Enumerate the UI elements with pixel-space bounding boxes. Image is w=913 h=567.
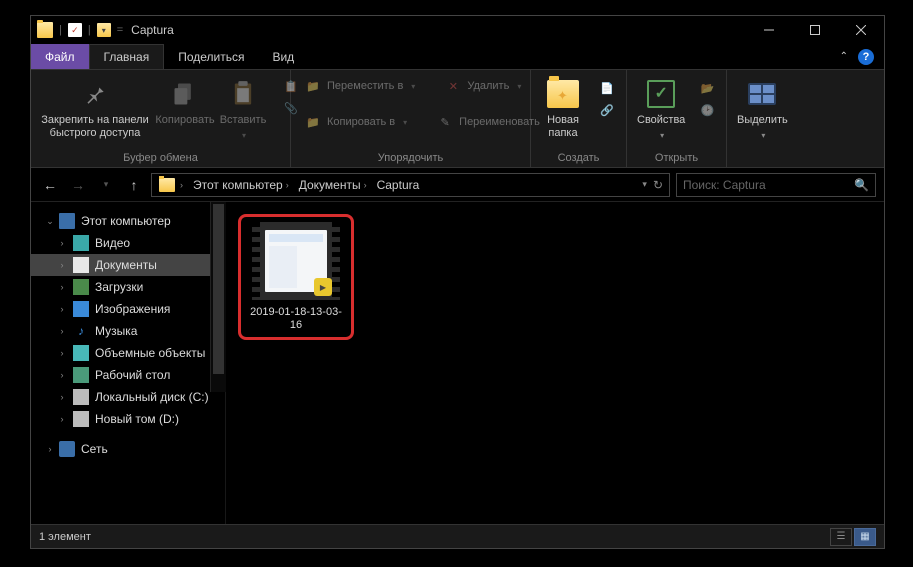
tree-downloads[interactable]: ›Загрузки (31, 276, 225, 298)
chevron-down-icon: ▾ (660, 131, 664, 141)
pin-quick-access-button[interactable]: Закрепить на панели быстрого доступа (35, 74, 155, 144)
expand-icon[interactable]: ⌄ (45, 216, 55, 227)
group-create-label: Создать (531, 150, 626, 167)
properties-label: Свойства (637, 114, 685, 127)
desktop-icon (73, 367, 89, 383)
new-folder-label: Новая папка (547, 114, 579, 140)
tree-3d[interactable]: ›Объемные объекты (31, 342, 225, 364)
qat-customize-icon[interactable]: ▾ (97, 23, 111, 37)
tree-network[interactable]: ›Сеть (31, 438, 225, 460)
tree-images[interactable]: ›Изображения (31, 298, 225, 320)
copy-to-button[interactable]: 📁Копировать в▾ (299, 112, 413, 132)
tab-view[interactable]: Вид (258, 44, 308, 69)
history-button[interactable]: 🕑 (693, 100, 721, 120)
tab-file[interactable]: Файл (31, 44, 89, 69)
properties-button[interactable]: ✓ Свойства ▾ (631, 74, 691, 145)
copy-button[interactable]: Копировать (157, 74, 213, 131)
separator: | (59, 24, 62, 36)
ribbon-collapse-icon[interactable]: ⌃ (840, 51, 848, 62)
close-button[interactable] (838, 16, 884, 44)
details-view-button[interactable]: ☰ (830, 528, 852, 546)
breadcrumb-segment[interactable]: Этот компьютер› (188, 178, 294, 192)
address-bar[interactable]: › Этот компьютер› Документы› Captura ▾ ↻ (151, 173, 670, 197)
help-icon[interactable]: ? (858, 49, 874, 65)
tab-share[interactable]: Поделиться (164, 44, 258, 69)
search-box[interactable]: Поиск: Captura 🔍 (676, 173, 876, 197)
pin-label: Закрепить на панели быстрого доступа (41, 114, 148, 140)
new-folder-button[interactable]: ✦ Новая папка (535, 74, 591, 144)
tab-home[interactable]: Главная (89, 44, 165, 69)
title-bar: | ✓ | ▾ = Captura (31, 16, 884, 44)
player-overlay-icon: ▶ (314, 278, 332, 296)
chevron-down-icon: ▾ (761, 131, 765, 141)
back-button[interactable]: ← (39, 174, 61, 196)
maximize-button[interactable] (792, 16, 838, 44)
group-select-label (727, 150, 807, 167)
sidebar-scrollbar[interactable] (210, 202, 226, 392)
tree-drive-d[interactable]: ›Новый том (D:) (31, 408, 225, 430)
address-dropdown-icon[interactable]: ▾ (642, 179, 647, 190)
select-button[interactable]: Выделить ▾ (731, 74, 794, 145)
copy-label: Копировать (155, 114, 214, 127)
app-folder-icon (37, 22, 53, 38)
qat-properties-icon[interactable]: ✓ (68, 23, 82, 37)
move-to-button[interactable]: 📁Переместить в▾ (299, 76, 421, 96)
video-icon (73, 235, 89, 251)
ribbon: Закрепить на панели быстрого доступа Коп… (31, 70, 884, 168)
video-thumbnail: ▶ (252, 222, 340, 300)
tree-music[interactable]: ›♪Музыка (31, 320, 225, 342)
breadcrumb-segment[interactable]: Captura (372, 178, 425, 192)
group-organize-label: Упорядочить (291, 150, 530, 167)
file-item[interactable]: ▶ 2019-01-18-13-03-16 (238, 214, 354, 340)
status-bar: 1 элемент ☰ ▦ (31, 524, 884, 548)
window-title: Captura (131, 23, 174, 37)
network-icon (59, 441, 75, 457)
download-icon (73, 279, 89, 295)
group-open-label: Открыть (627, 150, 726, 167)
refresh-icon[interactable]: ↻ (653, 178, 663, 192)
navigation-bar: ← → ▾ ↑ › Этот компьютер› Документы› Cap… (31, 168, 884, 202)
open-button[interactable]: 📂 (693, 78, 721, 98)
rename-button[interactable]: ✎Переименовать (431, 112, 546, 132)
drive-icon (73, 389, 89, 405)
chevron-down-icon: ▾ (242, 131, 246, 141)
separator: = (117, 24, 123, 36)
select-label: Выделить (737, 114, 788, 127)
ribbon-tabs: Файл Главная Поделиться Вид ⌃ ? (31, 44, 884, 70)
paste-button[interactable]: Вставить ▾ (215, 74, 271, 145)
file-list[interactable]: ▶ 2019-01-18-13-03-16 (226, 202, 884, 524)
search-placeholder: Поиск: Captura (683, 178, 766, 192)
recent-locations-button[interactable]: ▾ (95, 174, 117, 196)
tree-this-pc[interactable]: ⌄ Этот компьютер (31, 210, 225, 232)
easy-access-button[interactable]: 🔗 (593, 100, 621, 120)
explorer-window: | ✓ | ▾ = Captura Файл Главная Поделитьс… (30, 15, 885, 549)
breadcrumb-segment[interactable]: Документы› (294, 178, 372, 192)
nav-tree: ⌄ Этот компьютер ›Видео ›Документы ›Загр… (31, 202, 226, 524)
tree-video[interactable]: ›Видео (31, 232, 225, 254)
tree-drive-c[interactable]: ›Локальный диск (C:) (31, 386, 225, 408)
doc-icon (73, 257, 89, 273)
paste-label: Вставить (220, 114, 267, 127)
pc-icon (59, 213, 75, 229)
tree-desktop[interactable]: ›Рабочий стол (31, 364, 225, 386)
new-item-button[interactable]: 📄 (593, 78, 621, 98)
music-icon: ♪ (73, 323, 89, 339)
cube-icon (73, 345, 89, 361)
search-icon: 🔍 (854, 178, 869, 192)
drive-icon (73, 411, 89, 427)
separator: | (88, 24, 91, 36)
up-button[interactable]: ↑ (123, 174, 145, 196)
forward-button[interactable]: → (67, 174, 89, 196)
tree-documents[interactable]: ›Документы (31, 254, 225, 276)
icons-view-button[interactable]: ▦ (854, 528, 876, 546)
item-count: 1 элемент (39, 531, 91, 543)
file-name-label: 2019-01-18-13-03-16 (246, 306, 346, 332)
folder-icon (159, 178, 175, 192)
delete-button[interactable]: ✕Удалить▾ (439, 76, 527, 96)
minimize-button[interactable] (746, 16, 792, 44)
group-clipboard-label: Буфер обмена (31, 150, 290, 167)
image-icon (73, 301, 89, 317)
